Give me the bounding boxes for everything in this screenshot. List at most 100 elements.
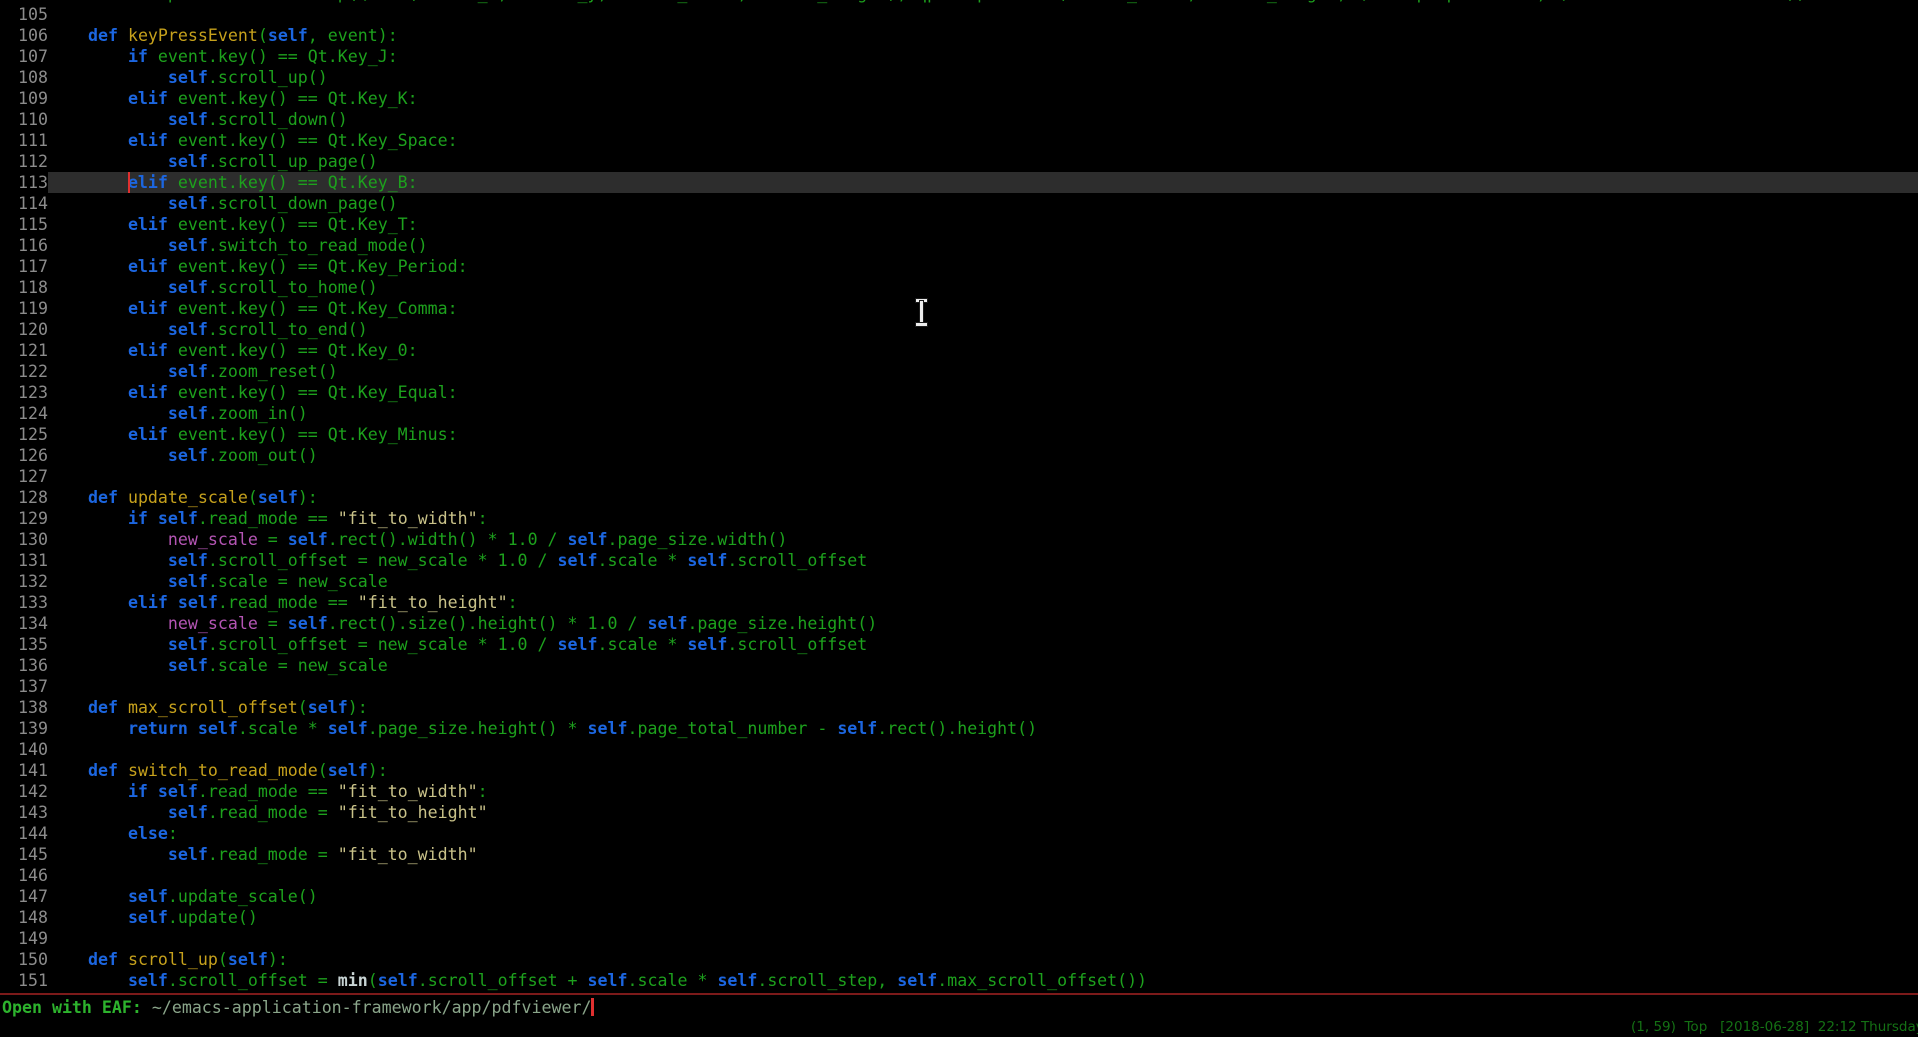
line-number: 130 [0,529,48,550]
code-line-132[interactable]: 132 self.scale = new_scale [0,571,1918,592]
line-content: self.scroll_to_home() [48,277,1918,298]
code-line-140[interactable]: 140 [0,739,1918,760]
minibuffer-prompt: Open with EAF: [2,998,152,1017]
code-line-114[interactable]: 114 self.scroll_down_page() [0,193,1918,214]
line-number: 151 [0,970,48,991]
line-number: 125 [0,424,48,445]
code-line-135[interactable]: 135 self.scroll_offset = new_scale * 1.0… [0,634,1918,655]
code-line-129[interactable]: 129 if self.read_mode == "fit_to_width": [0,508,1918,529]
line-number: 147 [0,886,48,907]
line-content: self.scroll_offset = new_scale * 1.0 / s… [48,550,1918,571]
line-content: self.zoom_reset() [48,361,1918,382]
code-line-142[interactable]: 142 if self.read_mode == "fit_to_width": [0,781,1918,802]
line-content: self.scale = new_scale [48,571,1918,592]
code-line-131[interactable]: 131 self.scroll_offset = new_scale * 1.0… [0,550,1918,571]
code-line-139[interactable]: 139 return self.scale * self.page_size.h… [0,718,1918,739]
line-content: self.read_mode = "fit_to_height" [48,802,1918,823]
line-number: 143 [0,802,48,823]
minibuffer[interactable]: Open with EAF: ~/emacs-application-frame… [2,998,594,1019]
line-number: 134 [0,613,48,634]
code-line-108[interactable]: 108 self.scroll_up() [0,67,1918,88]
code-line-113[interactable]: 113 elif event.key() == Qt.Key_B: [0,172,1918,193]
line-content: self.scroll_up() [48,67,1918,88]
line-number: 141 [0,760,48,781]
line-content [48,865,1918,886]
code-line-145[interactable]: 145 self.read_mode = "fit_to_width" [0,844,1918,865]
line-number: 150 [0,949,48,970]
code-line-125[interactable]: 125 elif event.key() == Qt.Key_Minus: [0,424,1918,445]
line-content [48,4,1918,25]
code-line-112[interactable]: 112 self.scroll_up_page() [0,151,1918,172]
line-number: 128 [0,487,48,508]
code-line-107[interactable]: 107 if event.key() == Qt.Key_J: [0,46,1918,67]
line-number: 139 [0,718,48,739]
code-line-143[interactable]: 143 self.read_mode = "fit_to_height" [0,802,1918,823]
line-content: self.scroll_up_page() [48,151,1918,172]
code-line-147[interactable]: 147 self.update_scale() [0,886,1918,907]
code-line-134[interactable]: 134 new_scale = self.rect().size().heigh… [0,613,1918,634]
code-line-144[interactable]: 144 else: [0,823,1918,844]
line-content: elif event.key() == Qt.Key_Space: [48,130,1918,151]
line-number: 115 [0,214,48,235]
code-line-123[interactable]: 123 elif event.key() == Qt.Key_Equal: [0,382,1918,403]
code-line-110[interactable]: 110 self.scroll_down() [0,109,1918,130]
code-line-126[interactable]: 126 self.zoom_out() [0,445,1918,466]
line-content [48,739,1918,760]
line-content: else: [48,823,1918,844]
code-line-127[interactable]: 127 [0,466,1918,487]
line-number: 106 [0,25,48,46]
code-line-148[interactable]: 148 self.update() [0,907,1918,928]
code-line-105[interactable]: 105 [0,4,1918,25]
code-line-121[interactable]: 121 elif event.key() == Qt.Key_0: [0,340,1918,361]
code-line-109[interactable]: 109 elif event.key() == Qt.Key_K: [0,88,1918,109]
code-line-149[interactable]: 149 [0,928,1918,949]
line-number: 138 [0,697,48,718]
line-number: 132 [0,571,48,592]
code-line-117[interactable]: 117 elif event.key() == Qt.Key_Period: [0,256,1918,277]
line-number: 110 [0,109,48,130]
code-line-124[interactable]: 124 self.zoom_in() [0,403,1918,424]
line-number: 122 [0,361,48,382]
status-date: [2018-06-28] [1720,1019,1809,1035]
line-number: 113 [0,172,48,193]
code-line-111[interactable]: 111 elif event.key() == Qt.Key_Space: [0,130,1918,151]
line-content: elif event.key() == Qt.Key_Comma: [48,298,1918,319]
code-line-138[interactable]: 138 def max_scroll_offset(self): [0,697,1918,718]
line-number: 120 [0,319,48,340]
code-line-128[interactable]: 128 def update_scale(self): [0,487,1918,508]
code-line-133[interactable]: 133 elif self.read_mode == "fit_to_heigh… [0,592,1918,613]
line-number: 137 [0,676,48,697]
code-line-130[interactable]: 130 new_scale = self.rect().width() * 1.… [0,529,1918,550]
line-content: self.update() [48,907,1918,928]
code-line-151[interactable]: 151 self.scroll_offset = min(self.scroll… [0,970,1918,991]
line-number: 105 [0,4,48,25]
code-line-118[interactable]: 118 self.scroll_to_home() [0,277,1918,298]
line-content: def update_scale(self): [48,487,1918,508]
code-line-116[interactable]: 116 self.switch_to_read_mode() [0,235,1918,256]
window-separator [0,993,1918,995]
code-line-136[interactable]: 136 self.scale = new_scale [0,655,1918,676]
code-line-141[interactable]: 141 def switch_to_read_mode(self): [0,760,1918,781]
line-content [48,928,1918,949]
line-number: 119 [0,298,48,319]
minibuffer-cursor [591,998,594,1016]
code-line-119[interactable]: 119 elif event.key() == Qt.Key_Comma: [0,298,1918,319]
line-number: 112 [0,151,48,172]
code-editor[interactable]: 104 painter.drawPixmap(QRect(render_x, r… [0,0,1918,991]
line-content: self.scale = new_scale [48,655,1918,676]
line-content: def keyPressEvent(self, event): [48,25,1918,46]
code-line-137[interactable]: 137 [0,676,1918,697]
line-number: 117 [0,256,48,277]
line-content: elif event.key() == Qt.Key_Equal: [48,382,1918,403]
code-line-122[interactable]: 122 self.zoom_reset() [0,361,1918,382]
code-line-150[interactable]: 150 def scroll_up(self): [0,949,1918,970]
minibuffer-input[interactable]: ~/emacs-application-framework/app/pdfvie… [152,998,592,1017]
code-line-115[interactable]: 115 elif event.key() == Qt.Key_T: [0,214,1918,235]
code-line-106[interactable]: 106 def keyPressEvent(self, event): [0,25,1918,46]
code-line-120[interactable]: 120 self.scroll_to_end() [0,319,1918,340]
line-number: 131 [0,550,48,571]
code-line-146[interactable]: 146 [0,865,1918,886]
line-content: self.scroll_down() [48,109,1918,130]
line-content: if self.read_mode == "fit_to_width": [48,508,1918,529]
cursor-position: (1, 59) [1631,1019,1676,1035]
